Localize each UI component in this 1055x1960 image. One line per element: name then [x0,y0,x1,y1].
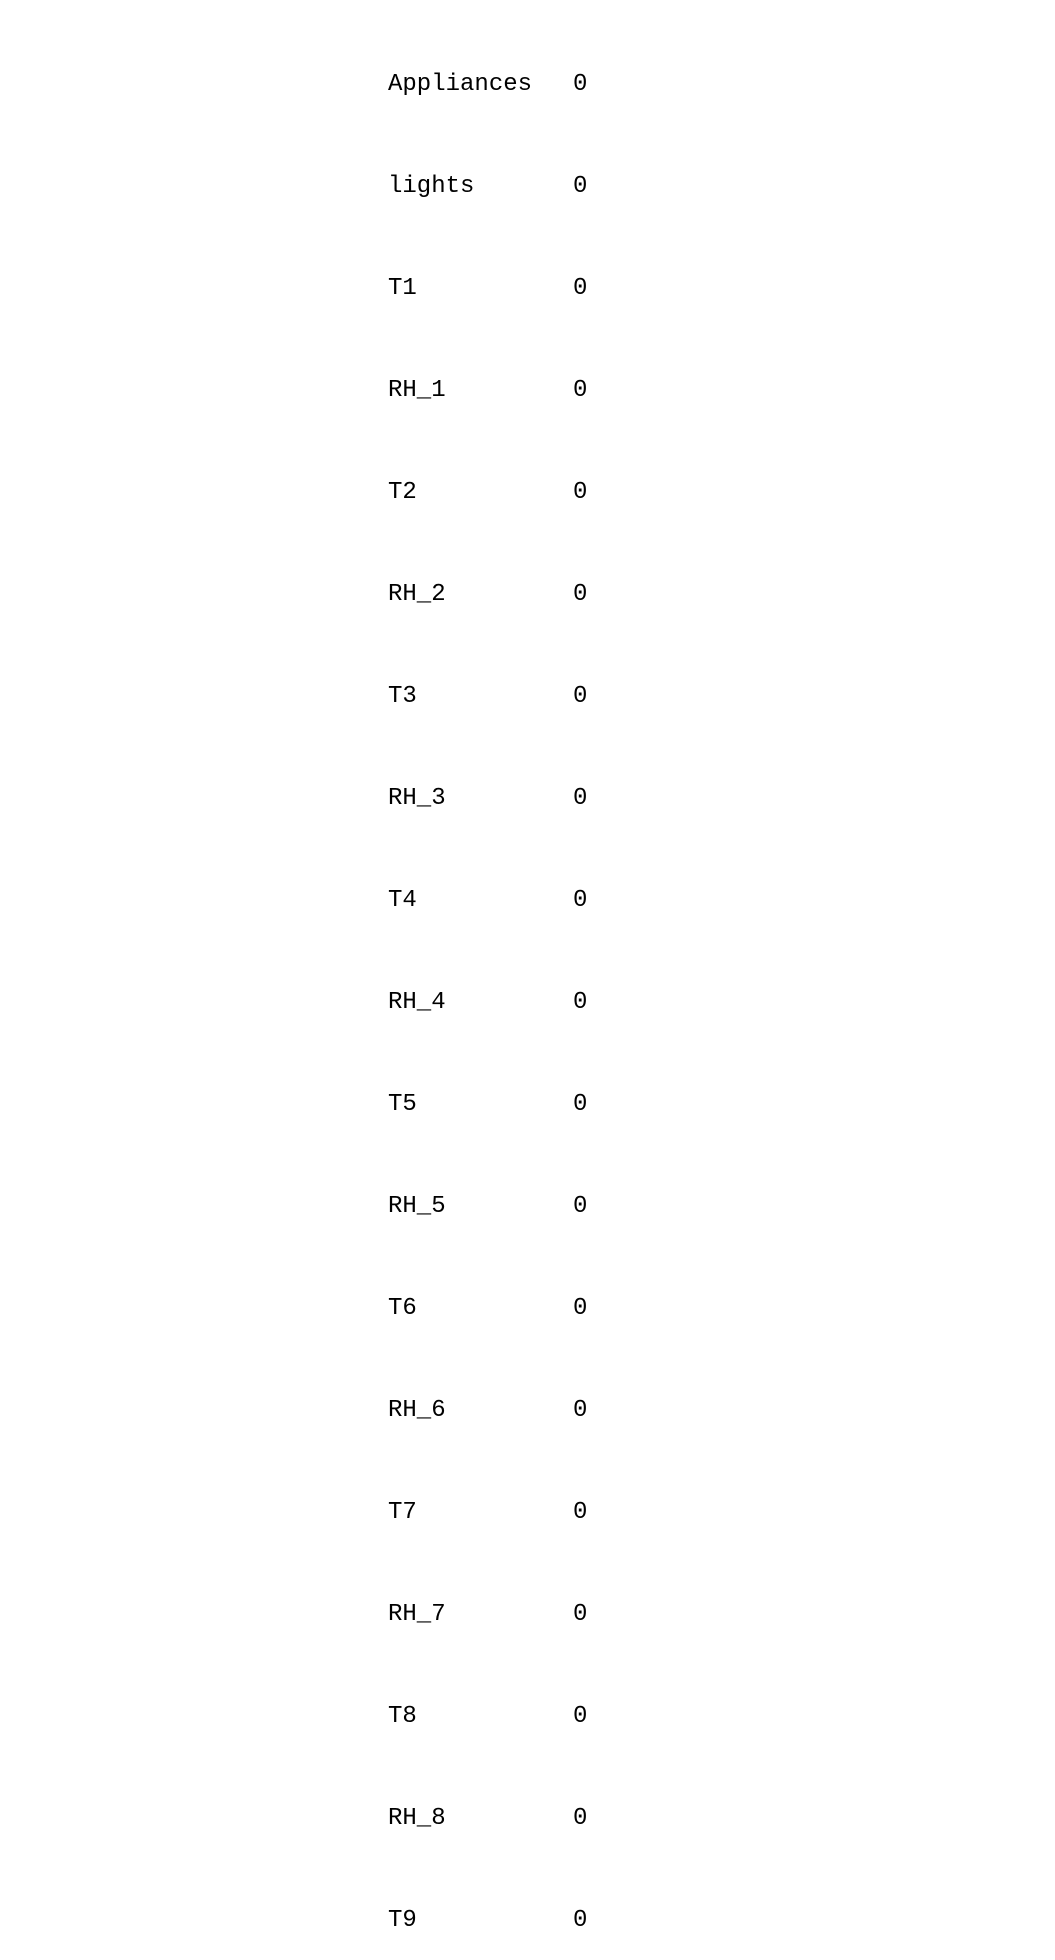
series-index-label: T3 [388,680,573,714]
table-row: lights0 [388,170,587,204]
series-value: 0 [573,884,587,918]
table-row: RH_70 [388,1598,587,1632]
series-value: 0 [573,782,587,816]
series-value: 0 [573,1292,587,1326]
table-row: T10 [388,272,587,306]
series-value: 0 [573,1802,587,1836]
series-value: 0 [573,1394,587,1428]
series-index-label: RH_5 [388,1190,573,1224]
table-row: T70 [388,1496,587,1530]
series-value: 0 [573,1904,587,1938]
series-index-label: T2 [388,476,573,510]
series-value: 0 [573,272,587,306]
series-value: 0 [573,1190,587,1224]
series-value: 0 [573,578,587,612]
table-row: RH_10 [388,374,587,408]
series-value: 0 [573,476,587,510]
series-index-label: Appliances [388,68,573,102]
series-index-label: T1 [388,272,573,306]
table-row: Appliances0 [388,68,587,102]
series-index-label: RH_7 [388,1598,573,1632]
table-row: RH_40 [388,986,587,1020]
series-index-label: T6 [388,1292,573,1326]
table-row: T60 [388,1292,587,1326]
table-row: T40 [388,884,587,918]
series-value: 0 [573,1496,587,1530]
series-index-label: RH_6 [388,1394,573,1428]
series-index-label: RH_4 [388,986,573,1020]
table-row: T90 [388,1904,587,1938]
table-row: RH_80 [388,1802,587,1836]
series-index-label: RH_3 [388,782,573,816]
series-index-label: RH_8 [388,1802,573,1836]
table-row: RH_20 [388,578,587,612]
series-index-label: T8 [388,1700,573,1734]
series-index-label: T5 [388,1088,573,1122]
series-index-label: RH_1 [388,374,573,408]
series-value: 0 [573,680,587,714]
series-value: 0 [573,170,587,204]
series-index-label: T7 [388,1496,573,1530]
series-index-label: T4 [388,884,573,918]
pandas-series-output: Appliances0 lights0 T10 RH_10 T20 RH_20 … [388,0,587,1960]
series-value: 0 [573,1700,587,1734]
table-row: RH_50 [388,1190,587,1224]
series-value: 0 [573,1598,587,1632]
series-index-label: RH_2 [388,578,573,612]
series-value: 0 [573,374,587,408]
series-index-label: lights [388,170,573,204]
series-index-label: T9 [388,1904,573,1938]
series-value: 0 [573,986,587,1020]
table-row: RH_60 [388,1394,587,1428]
table-row: T50 [388,1088,587,1122]
series-value: 0 [573,1088,587,1122]
table-row: T80 [388,1700,587,1734]
table-row: T30 [388,680,587,714]
table-row: RH_30 [388,782,587,816]
table-row: T20 [388,476,587,510]
series-value: 0 [573,68,587,102]
